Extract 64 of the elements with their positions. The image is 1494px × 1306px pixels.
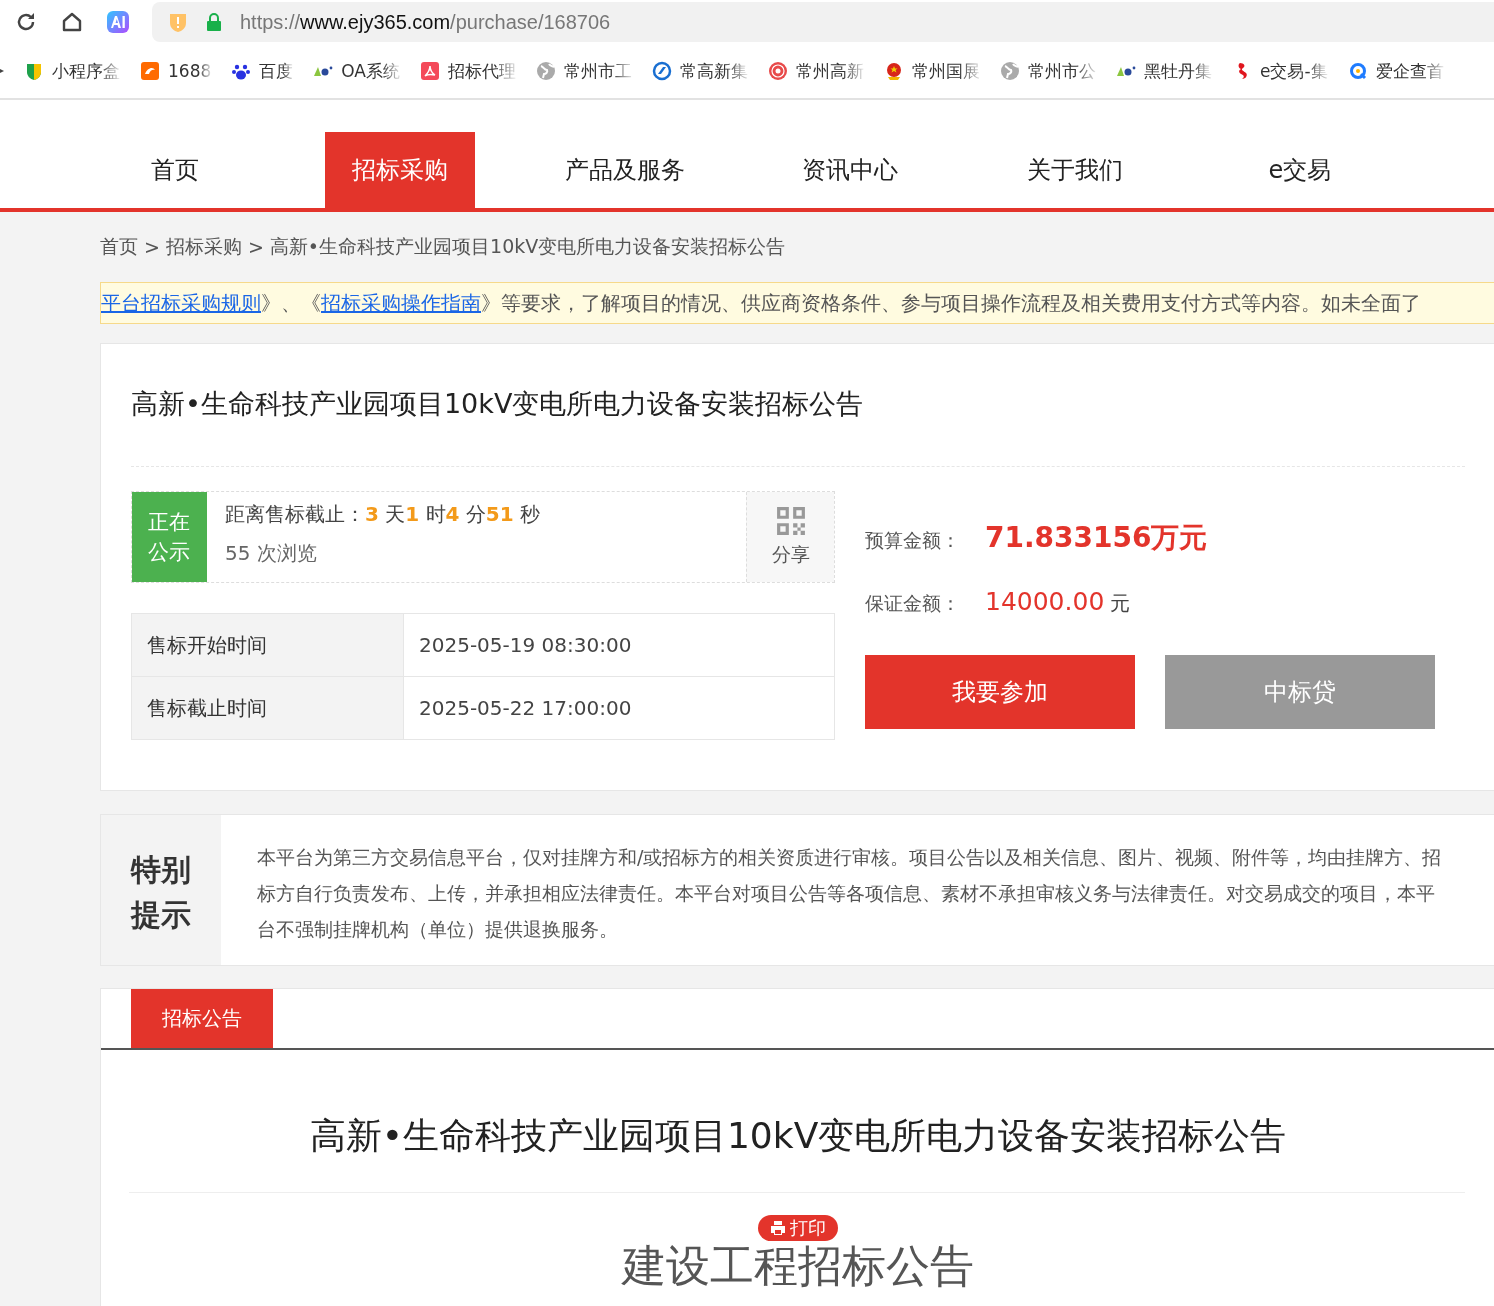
bookmark-item[interactable]: e交易-集 — [1232, 59, 1328, 83]
announcement-title: 高新•生命科技产业园项目10kV变电所电力设备安装招标公告 — [308, 1114, 1288, 1158]
bookmark-item[interactable]: OA系统 — [313, 59, 400, 83]
join-button[interactable]: 我要参加 — [865, 655, 1135, 729]
bookmark-item[interactable]: 常州国展 — [884, 59, 980, 83]
ai-icon[interactable] — [106, 10, 130, 34]
document-heading: 建设工程招标公告 — [620, 1241, 975, 1293]
nav-tab[interactable]: 关于我们 — [1000, 132, 1150, 208]
shield-icon — [24, 61, 44, 81]
pdf-icon — [420, 61, 440, 81]
bookmark-item[interactable]: 小程序盒 — [24, 59, 120, 83]
nav-tab[interactable]: 资讯中心 — [775, 132, 925, 208]
special-notice-title: 特别提示 — [101, 815, 221, 965]
budget-label: 预算金额： — [865, 528, 961, 553]
home-icon[interactable] — [60, 10, 84, 34]
deposit-label: 保证金额： — [865, 591, 961, 616]
notice-link[interactable]: 平台招标采购规则 — [101, 290, 261, 315]
url-text: https://www.ejy365.com/purchase/168706 — [240, 10, 611, 34]
bookmark-item[interactable]: 常高新集 — [652, 59, 748, 83]
nav-tab[interactable]: 招标采购 — [325, 132, 475, 208]
breadcrumb-link[interactable]: 高新•生命科技产业园项目10kV变电所电力设备安装招标公告 — [269, 234, 786, 260]
logo-icon — [652, 61, 672, 81]
bookmark-item[interactable]: 招标代理 — [420, 59, 516, 83]
notice-text: 平台招标采购规则》、《招标采购操作指南》等要求，了解项目的情况、供应商资格条件、参与项目操作流程及相关费用支付方式等内容。如未全面了 — [101, 289, 1421, 317]
bookmark-item[interactable]: 黑牡丹集 — [1116, 59, 1212, 83]
breadcrumb-link[interactable]: 首页 — [100, 234, 138, 260]
breadcrumb-link[interactable]: 招标采购 — [165, 234, 242, 260]
bookmark-item[interactable]: 爱企查首 — [1347, 59, 1444, 83]
budget-amount: 71.833156万元 — [985, 520, 1208, 556]
globe-icon — [1000, 61, 1020, 81]
logo-icon — [884, 61, 904, 81]
announcement-tab[interactable]: 招标公告 — [131, 989, 273, 1048]
countdown-text: 距离售标截止：3 天1 时4 分51 秒 — [225, 501, 542, 528]
table-cell: 售标截止时间 — [131, 676, 404, 740]
breadcrumb-separator: > — [247, 236, 264, 258]
search-icon — [1347, 61, 1368, 81]
print-button[interactable]: 打印 — [758, 1215, 838, 1241]
bookmark-item[interactable]: 常州市工 — [536, 59, 632, 83]
bookmark-item[interactable]: 常州高新 — [768, 59, 864, 83]
share-button[interactable]: 分享 — [746, 492, 834, 582]
lock-icon — [206, 13, 222, 31]
bookmark-item[interactable]: 常州市公 — [1000, 59, 1096, 83]
bookmark-item[interactable]: 百度 — [231, 59, 294, 83]
status-badge: 正在公示 — [132, 492, 207, 582]
address-bar[interactable]: https://www.ejy365.com/purchase/168706 — [152, 2, 1494, 42]
special-notice-text: 本平台为第三方交易信息平台，仅对挂牌方和/或招标方的相关资质进行审核。项目公告以及相关信息、图片、视频、附件等，均由挂牌方、招标方自行负责发布、上传，并承担相应法律责任。本平台对项目公告等各项信息、素材不承担审核义务与法律责任。对交易成交的项目，本平台不强制挂牌机构（单位）提供退换服务。 — [256, 845, 1443, 942]
logo-icon — [140, 61, 160, 81]
nav-tab[interactable]: 首页 — [100, 132, 250, 208]
globe-icon — [536, 61, 556, 81]
table-cell: 2025-05-22 17:00:00 — [403, 676, 835, 740]
nav-tab[interactable]: 产品及服务 — [550, 132, 700, 208]
deposit-unit: 元 — [1110, 590, 1131, 617]
project-title: 高新•生命科技产业园项目10kV变电所电力设备安装招标公告 — [131, 387, 865, 421]
printer-icon — [770, 1220, 786, 1236]
breadcrumb-separator: > — [144, 236, 160, 258]
table-cell: 售标开始时间 — [131, 613, 404, 677]
deposit-amount: 14000.00 — [985, 587, 1105, 616]
table-cell: 2025-05-19 08:30:00 — [403, 613, 835, 677]
qr-code-icon — [775, 506, 806, 536]
nav-tab[interactable]: e交易 — [1225, 132, 1375, 208]
view-count: 55 次浏览 — [225, 540, 318, 567]
notice-link[interactable]: 招标采购操作指南 — [321, 290, 481, 315]
logo-icon — [768, 61, 788, 81]
bookmark-item[interactable]: 1688 — [140, 61, 212, 81]
